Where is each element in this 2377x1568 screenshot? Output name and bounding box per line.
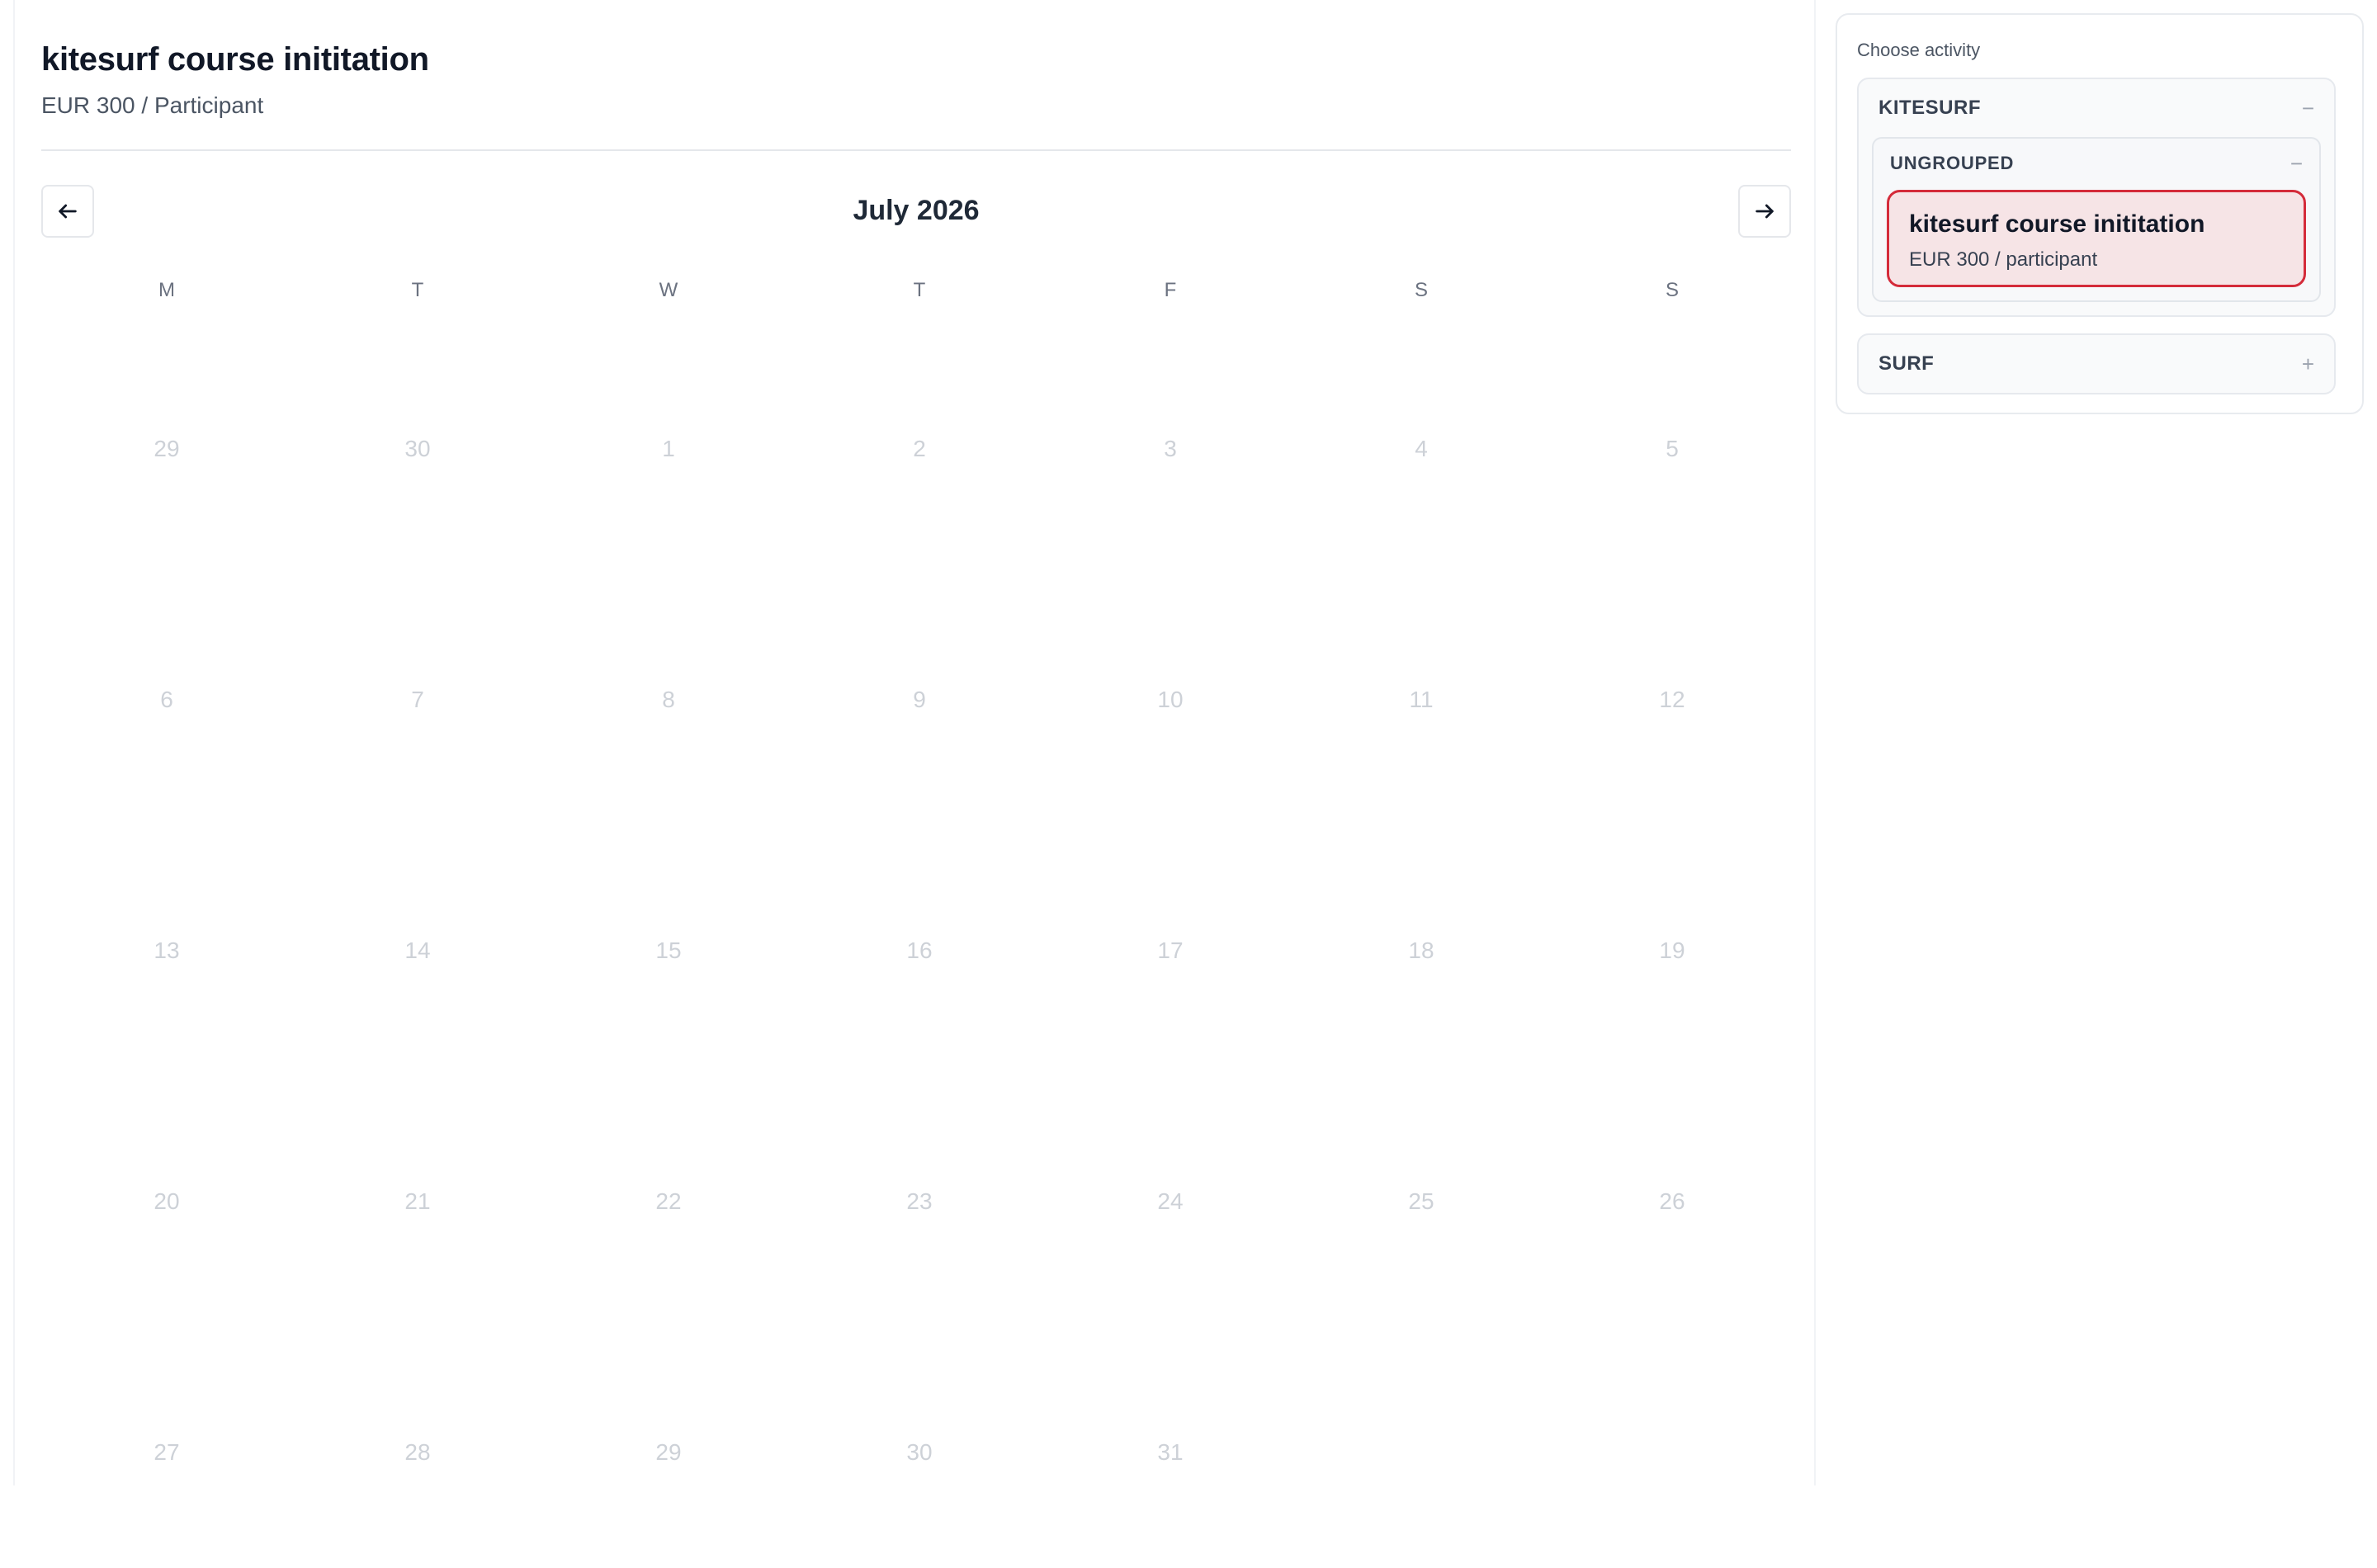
calendar-day: 27 [41, 1317, 292, 1568]
main-panel: kitesurf course inititation EUR 300 / Pa… [13, 0, 1816, 1485]
calendar-day: 22 [543, 1066, 794, 1317]
calendar-day: 14 [292, 815, 543, 1066]
weekday-label: S [1414, 279, 1428, 301]
weekday-label: W [659, 279, 678, 301]
day-number: 27 [154, 1439, 180, 1465]
page-title: kitesurf course inititation [41, 41, 429, 78]
calendar-day: 4 [1296, 314, 1547, 564]
calendar-grid: 29 30 1 2 3 4 5 6 7 8 9 10 11 12 13 14 1… [41, 314, 1798, 1568]
group-label: SURF [1878, 352, 1935, 375]
activity-name: kitesurf course inititation [1909, 210, 2205, 238]
calendar-day: 30 [794, 1317, 1045, 1568]
day-number: 23 [906, 1188, 933, 1214]
day-number: 3 [1164, 436, 1177, 461]
calendar-day: 1 [543, 314, 794, 564]
day-number: 7 [411, 687, 424, 712]
calendar-day: 23 [794, 1066, 1045, 1317]
collapse-icon[interactable]: − [2302, 96, 2314, 121]
calendar-day: 31 [1045, 1317, 1296, 1568]
day-number: 22 [655, 1188, 682, 1214]
activity-group-surf: SURF + [1857, 333, 2336, 394]
calendar-day: 15 [543, 815, 794, 1066]
day-number: 31 [1157, 1439, 1184, 1465]
calendar-day: 7 [292, 564, 543, 815]
activity-price: EUR 300 / participant [1909, 248, 2098, 271]
day-number: 10 [1157, 687, 1184, 712]
calendar-day: 19 [1547, 815, 1798, 1066]
day-number: 8 [662, 687, 675, 712]
calendar-day: 9 [794, 564, 1045, 815]
calendar-day: 25 [1296, 1066, 1547, 1317]
calendar-day: 17 [1045, 815, 1296, 1066]
day-number: 30 [404, 436, 431, 461]
weekday-label: F [1164, 279, 1177, 301]
day-number: 13 [154, 937, 180, 963]
calendar-day: 24 [1045, 1066, 1296, 1317]
calendar-day: 6 [41, 564, 292, 815]
day-number: 25 [1408, 1188, 1434, 1214]
activity-picker-panel: Choose activity KITESURF − UNGROUPED − k… [1836, 13, 2364, 414]
day-number: 29 [154, 436, 180, 461]
calendar-day: 21 [292, 1066, 543, 1317]
day-number: 30 [906, 1439, 933, 1465]
day-number: 19 [1659, 937, 1685, 963]
calendar-day: 11 [1296, 564, 1547, 815]
month-label: July 2026 [853, 195, 980, 226]
day-number: 26 [1659, 1188, 1685, 1214]
activity-card-selected[interactable]: kitesurf course inititation EUR 300 / pa… [1887, 190, 2306, 287]
day-number: 1 [662, 436, 675, 461]
calendar-day: 8 [543, 564, 794, 815]
subgroup-header-ungrouped[interactable]: UNGROUPED − [1890, 139, 2303, 188]
weekday-label: S [1665, 279, 1679, 301]
calendar-day: 2 [794, 314, 1045, 564]
weekday-header-row: M T W T F S S [41, 279, 1798, 304]
group-header-surf[interactable]: SURF + [1878, 335, 2314, 393]
day-number: 12 [1659, 687, 1685, 712]
day-number: 14 [404, 937, 431, 963]
day-number: 18 [1408, 937, 1434, 963]
calendar-day: 20 [41, 1066, 292, 1317]
day-number: 28 [404, 1439, 431, 1465]
next-month-button[interactable] [1738, 185, 1791, 238]
day-number: 6 [160, 687, 173, 712]
activity-picker-title: Choose activity [1857, 40, 1981, 60]
calendar-day: 5 [1547, 314, 1798, 564]
calendar-day: 13 [41, 815, 292, 1066]
day-number: 21 [404, 1188, 431, 1214]
header-divider [41, 149, 1791, 151]
day-number: 4 [1415, 436, 1428, 461]
calendar-day: 18 [1296, 815, 1547, 1066]
expand-icon[interactable]: + [2302, 352, 2314, 377]
day-number: 2 [913, 436, 926, 461]
day-number: 20 [154, 1188, 180, 1214]
page-price: EUR 300 / Participant [41, 92, 264, 118]
calendar-day: 16 [794, 815, 1045, 1066]
calendar-day: 29 [41, 314, 292, 564]
weekday-label: T [913, 279, 926, 301]
collapse-icon[interactable]: − [2290, 151, 2303, 177]
calendar-day: 26 [1547, 1066, 1798, 1317]
activity-subgroup-ungrouped: UNGROUPED − kitesurf course inititation … [1872, 137, 2321, 302]
day-number: 15 [655, 937, 682, 963]
day-number: 24 [1157, 1188, 1184, 1214]
day-number: 9 [913, 687, 926, 712]
calendar-day: 3 [1045, 314, 1296, 564]
day-number: 17 [1157, 937, 1184, 963]
arrow-right-icon [1756, 204, 1774, 219]
calendar-day: 10 [1045, 564, 1296, 815]
group-label: KITESURF [1878, 97, 1981, 119]
day-number: 16 [906, 937, 933, 963]
weekday-label: T [411, 279, 424, 301]
day-number: 5 [1666, 436, 1679, 461]
calendar-day: 30 [292, 314, 543, 564]
subgroup-label: UNGROUPED [1890, 153, 2015, 173]
activity-group-kitesurf: KITESURF − UNGROUPED − kitesurf course i… [1857, 78, 2336, 317]
weekday-label: M [158, 279, 175, 301]
calendar-day: 29 [543, 1317, 794, 1568]
day-number: 11 [1409, 687, 1434, 712]
day-number: 29 [655, 1439, 682, 1465]
calendar-day: 12 [1547, 564, 1798, 815]
group-header-kitesurf[interactable]: KITESURF − [1878, 79, 2314, 137]
calendar-day: 28 [292, 1317, 543, 1568]
